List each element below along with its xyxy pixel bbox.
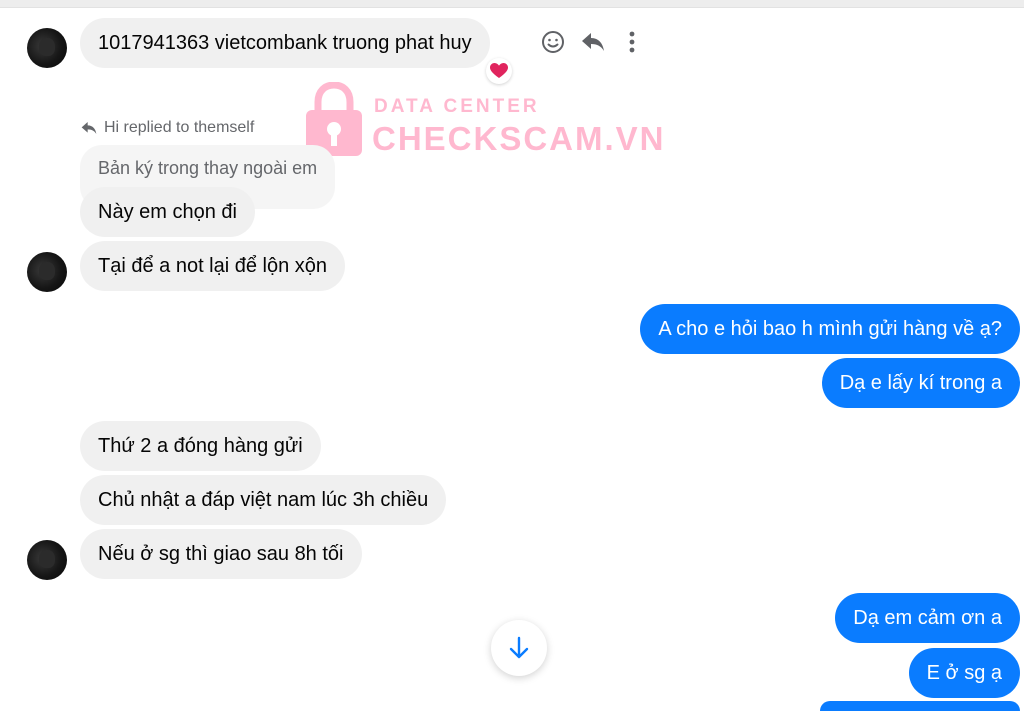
watermark: DATA CENTER CHECKSCAM.VN — [304, 82, 664, 162]
reply-note-text: Hi replied to themself — [104, 119, 255, 136]
reply-note: Hi replied to themself — [80, 116, 254, 140]
message-bubble-outgoing[interactable]: Dạ em cảm ơn a — [835, 593, 1020, 643]
smiley-icon[interactable] — [539, 28, 567, 56]
message-bubble-incoming[interactable]: Tại để a not lại để lộn xộn — [80, 241, 346, 291]
message-bubble-outgoing[interactable]: A cho e hỏi bao h mình gửi hàng về ạ? — [640, 304, 1020, 354]
watermark-small-text: DATA CENTER — [374, 96, 540, 117]
message-bubble-incoming[interactable]: Nếu ở sg thì giao sau 8h tối — [80, 529, 362, 579]
top-border — [0, 0, 1024, 7]
message-bubble-incoming[interactable]: 1017941363 vietcombank truong phat huy — [80, 18, 490, 68]
reply-icon[interactable] — [579, 28, 607, 56]
avatar[interactable] — [27, 540, 67, 580]
top-border-line — [0, 7, 1024, 8]
scroll-to-bottom-button[interactable] — [491, 620, 547, 676]
message-bubble-outgoing-partial — [820, 701, 1020, 711]
reply-icon — [81, 122, 97, 134]
arrow-down-icon — [509, 636, 529, 659]
message-bubble-incoming[interactable]: Thứ 2 a đóng hàng gửi — [80, 421, 321, 471]
heart-icon[interactable] — [486, 58, 512, 84]
avatar[interactable] — [27, 252, 67, 292]
watermark-big-text: CHECKSCAM.VN — [372, 120, 666, 157]
message-bubble-outgoing[interactable]: E ở sg ạ — [908, 648, 1020, 698]
more-vertical-icon[interactable] — [618, 28, 646, 56]
message-bubble-incoming[interactable]: Này em chọn đi — [80, 187, 255, 237]
message-bubble-outgoing[interactable]: Dạ e lấy kí trong a — [821, 358, 1020, 408]
message-bubble-incoming[interactable]: Chủ nhật a đáp việt nam lúc 3h chiều — [80, 475, 447, 525]
avatar[interactable] — [27, 28, 67, 68]
